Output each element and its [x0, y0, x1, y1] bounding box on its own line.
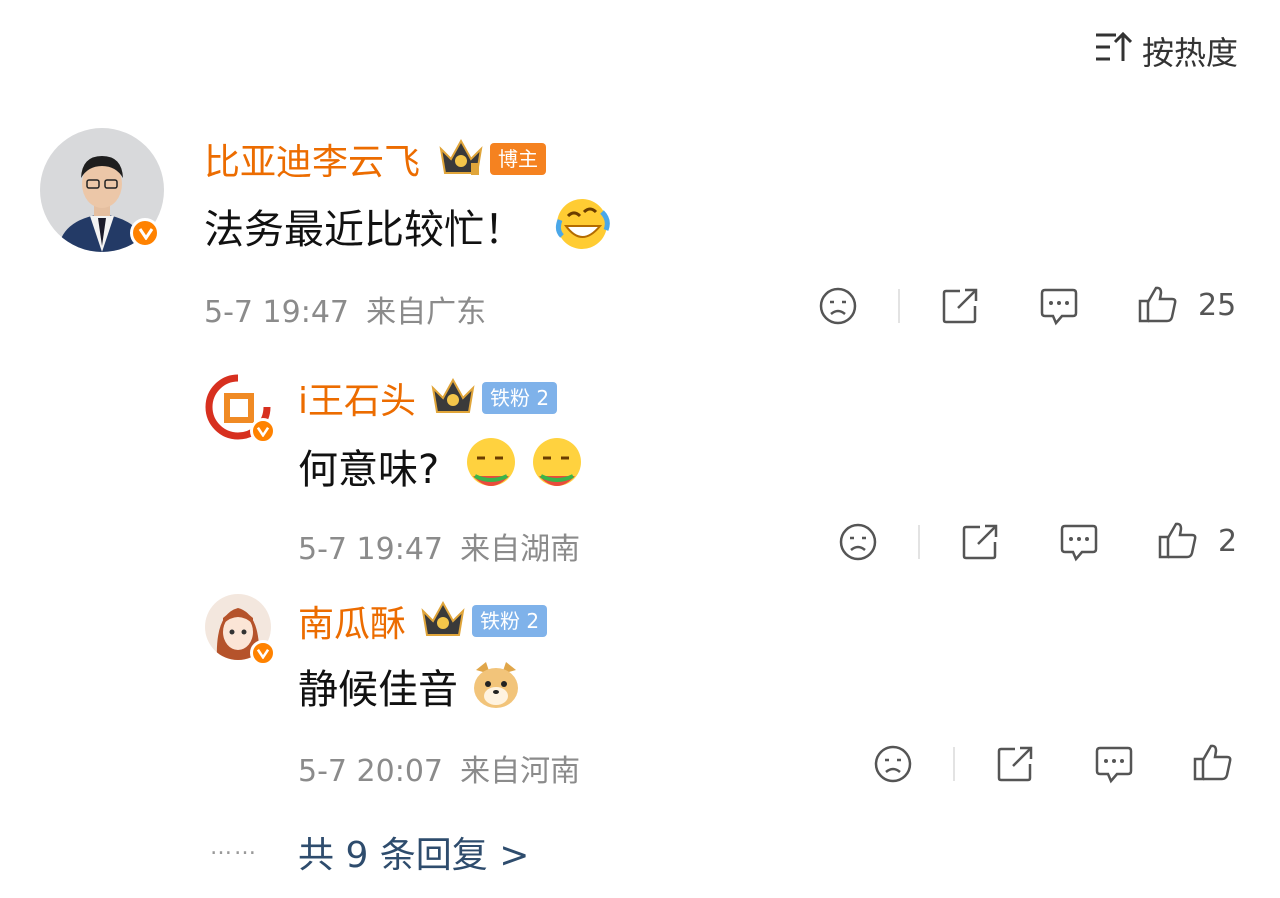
divider — [918, 525, 920, 559]
dislike-button[interactable] — [873, 744, 913, 788]
reply-button[interactable] — [1038, 287, 1080, 331]
comment-icon — [1095, 746, 1133, 784]
like-button[interactable] — [1192, 741, 1234, 787]
location: 来自广东 — [366, 295, 487, 330]
verified-badge-icon — [250, 418, 276, 444]
share-button[interactable] — [940, 286, 980, 330]
share-icon — [942, 288, 978, 324]
reply-meta: 5-7 20:07 来自河南 — [298, 746, 580, 790]
reply-text: 何意味? — [298, 447, 440, 493]
username[interactable]: 比亚迪李云飞 — [204, 133, 420, 185]
crown-icon — [420, 599, 466, 643]
timestamp: 5-7 19:47 — [204, 295, 349, 330]
comment-text: 法务最近比较忙！ — [204, 207, 524, 253]
share-button[interactable] — [995, 744, 1035, 788]
sort-label: 按热度 — [1141, 34, 1238, 72]
username[interactable]: 南瓜酥 — [298, 595, 406, 647]
reply-text: 静候佳音 — [298, 667, 458, 713]
location: 来自河南 — [460, 754, 581, 789]
more-dots: …… — [210, 835, 258, 860]
dislike-button[interactable] — [838, 522, 878, 566]
like-button[interactable] — [1137, 283, 1179, 329]
reply-header: i王石头 铁粉 2 — [298, 372, 558, 424]
sort-by-hot-button[interactable]: 按热度 — [1094, 28, 1238, 74]
share-icon — [962, 524, 998, 560]
crown-icon — [438, 137, 484, 181]
thumbs-up-icon — [1138, 286, 1177, 323]
frown-icon — [819, 287, 857, 325]
divider — [898, 289, 900, 323]
sort-icon — [1094, 30, 1133, 72]
reply-body: 何意味? — [298, 436, 585, 496]
dislike-button[interactable] — [818, 286, 858, 330]
laughing-tears-emoji — [554, 196, 610, 256]
frown-icon — [874, 745, 912, 783]
view-all-replies-link[interactable]: 共 9 条回复 > — [298, 826, 529, 878]
eating-melon-emoji — [529, 436, 585, 496]
frown-icon — [839, 523, 877, 561]
comment-header: 比亚迪李云飞 博主 — [204, 133, 547, 185]
divider — [953, 747, 955, 781]
username[interactable]: i王石头 — [298, 372, 416, 424]
thumbs-up-icon — [1158, 522, 1197, 559]
blogger-badge: 博主 — [490, 143, 547, 175]
reply-body: 静候佳音 — [298, 656, 524, 716]
like-count: 25 — [1198, 288, 1237, 323]
verified-badge-icon — [250, 640, 276, 666]
timestamp: 5-7 19:47 — [298, 532, 443, 567]
like-button[interactable] — [1157, 519, 1199, 565]
share-button[interactable] — [960, 522, 1000, 566]
fan-badge: 铁粉 2 — [482, 382, 558, 414]
reply-button[interactable] — [1058, 523, 1100, 567]
timestamp: 5-7 20:07 — [298, 754, 443, 789]
doge-emoji — [468, 656, 524, 716]
verified-badge-icon — [130, 218, 160, 248]
comment-icon — [1040, 288, 1078, 326]
crown-icon — [430, 376, 476, 420]
reply-header: 南瓜酥 铁粉 2 — [298, 595, 548, 647]
share-icon — [997, 746, 1033, 782]
eating-melon-emoji — [463, 436, 519, 496]
comment-meta: 5-7 19:47 来自广东 — [204, 287, 486, 331]
comment-icon — [1060, 524, 1098, 562]
thumbs-up-icon — [1193, 744, 1232, 781]
reply-button[interactable] — [1093, 745, 1135, 789]
comment-body: 法务最近比较忙！ — [204, 196, 610, 256]
location: 来自湖南 — [460, 532, 581, 567]
reply-meta: 5-7 19:47 来自湖南 — [298, 524, 580, 568]
fan-badge: 铁粉 2 — [472, 605, 548, 637]
like-count: 2 — [1218, 524, 1238, 559]
